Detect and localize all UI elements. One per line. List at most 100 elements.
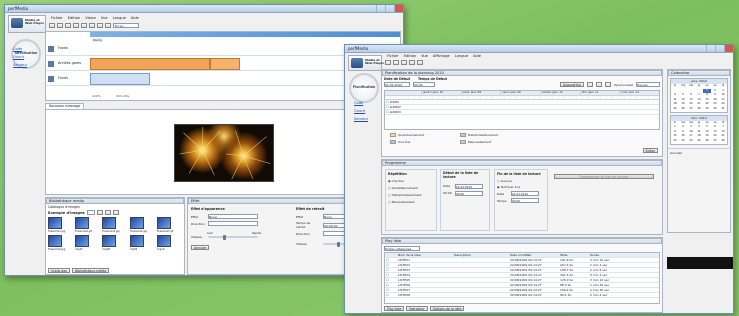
calendar-day[interactable]: 30 [711,107,719,112]
open-icon[interactable] [57,23,63,28]
menu-language[interactable]: Langue [113,16,126,20]
media-thumb[interactable]: Fireworks5.gif [156,217,182,233]
col-duration[interactable]: Durée [589,253,629,257]
edit-button[interactable]: Éditer [642,148,658,153]
maximize-button[interactable] [715,45,724,52]
calendar-day[interactable]: 28 [719,139,727,144]
row-check-icon[interactable]: ☐ [385,268,397,272]
row-check-icon[interactable]: ☐ [385,278,397,282]
playlist-row[interactable]: ☐ LISTE08 22/08/2009 09:14:27 99.1 Ko 2 min … [385,293,659,298]
calendar-day[interactable]: 28 [695,107,703,112]
entry-direction-select[interactable] [208,221,258,226]
menu-display[interactable]: Affichage [433,54,450,58]
add-media-icon[interactable] [96,210,103,215]
media-thumb[interactable]: Fireworks6.jpg [48,235,73,251]
today-button[interactable]: Aujourd'hui [559,82,585,87]
media-thumb[interactable]: Fireworks3.jpg [102,217,127,233]
calendar-day[interactable]: 27 [711,139,719,144]
view-select[interactable]: Heures [636,82,660,87]
paste-icon[interactable] [89,23,95,28]
timeline-clip-orange[interactable] [90,58,210,70]
redo-icon[interactable] [105,23,111,28]
category-select[interactable] [86,210,95,215]
open-icon[interactable] [393,60,399,65]
calendar-day[interactable]: 31 [719,107,727,112]
end-date-field[interactable]: 01.01.2010 [511,191,539,196]
nav-server[interactable]: Serveur [354,117,368,121]
refresh-media-icon[interactable] [112,210,119,215]
timeline-clip-orange[interactable] [210,58,240,70]
row-check-icon[interactable]: ☐ [385,263,397,267]
row-check-icon[interactable]: ☐ [385,273,397,277]
delete-icon[interactable] [409,60,415,65]
menu-file[interactable]: Fichier [51,16,63,20]
day-header[interactable]: dim. janv. 11 [579,91,620,95]
menu-vision[interactable]: Vision [85,16,96,20]
nav-code[interactable]: Code [354,101,368,105]
tab-playlist[interactable]: Play liste [384,306,405,311]
media-thumb[interactable]: img10 [156,235,182,251]
day-header[interactable]: samed. janv. 10 [540,91,580,95]
nav-server[interactable]: Serveur [13,63,27,67]
minimize-button[interactable] [706,45,715,52]
next-icon[interactable] [605,82,612,87]
media-thumb[interactable]: Fireworks4.jpg [129,217,155,233]
playlist-filter-select[interactable]: Toutes catégories [384,245,420,251]
media-thumb[interactable]: Fireworks2.gif [75,217,100,233]
cancel-effect-button[interactable]: Annuler [191,245,210,250]
menu-help[interactable]: Aide [131,16,139,20]
calendar-day[interactable]: 23 [679,139,687,144]
end-none-option[interactable]: ○ Aucune [497,179,545,183]
repeat-once[interactable]: ◉ Une fois [388,179,434,183]
col-modified[interactable]: Date modifiée [509,253,559,257]
timeline-clip-blue[interactable] [90,73,150,85]
undo-icon[interactable] [97,23,103,28]
end-at-option[interactable]: ◉ Terminer à la [497,185,545,189]
menu-file[interactable]: Fichier [387,54,399,58]
end-time-field[interactable]: 00:00 [511,198,539,203]
col-size[interactable]: Taille [559,253,589,257]
nav-code[interactable]: Code [13,47,27,51]
menu-edit[interactable]: Edition [404,54,416,58]
calendar-footer[interactable]: Annulez [668,147,730,157]
calendar-day[interactable]: 29 [703,107,711,112]
new-icon[interactable] [385,60,391,65]
schedule-row[interactable]: ☐ LUNDI3 [385,110,659,115]
fireworks-image[interactable] [174,124,274,182]
cut-icon[interactable] [73,23,79,28]
new-icon[interactable] [49,23,55,28]
nav-open[interactable]: Ouvrir [13,55,27,59]
copy-icon[interactable] [81,23,87,28]
calendar-day[interactable]: 24 [687,139,695,144]
day-header[interactable]: lund. janv. 12 [619,91,659,95]
tab-options[interactable]: Options de la liste [429,306,465,311]
save-icon[interactable] [65,23,71,28]
calendar-day[interactable]: 26 [703,139,711,144]
calendar-day[interactable]: 27 [687,107,695,112]
schedule-playlist-button[interactable]: Programmer la liste de lecture [554,174,654,179]
close-button[interactable] [394,5,403,12]
print-icon[interactable] [417,60,423,65]
media-thumb[interactable]: img07 [75,235,100,251]
entry-type-select[interactable]: None [208,214,258,219]
repeat-weekly[interactable]: ○ Hebdomadairement [388,193,434,197]
calendar-day[interactable]: 26 [679,107,687,112]
repeat-monthly[interactable]: ○ Mensuellement [388,200,434,204]
calendar-icon[interactable] [596,82,603,87]
menu-edit[interactable]: Edition [68,16,80,20]
zoom-select[interactable]: Ecran [113,23,139,28]
menu-view[interactable]: Vue [101,16,108,20]
tab-library[interactable]: Bibliothèque média [72,268,110,273]
menu-view[interactable]: Vue [421,54,428,58]
start-list-time-field[interactable]: 00:00 [455,190,483,196]
day-header[interactable]: vend. janv. 08 [460,91,501,95]
row-check-icon[interactable]: ☐ [385,258,397,262]
col-name[interactable]: Nom de la liste [397,253,453,257]
save-icon[interactable] [401,60,407,65]
calendar-day[interactable]: 25 [671,107,679,112]
day-header[interactable]: vend. janv. 09 [500,91,540,95]
row-check-icon[interactable]: ☐ [385,293,397,297]
menu-language[interactable]: Langue [455,54,468,58]
row-check-icon[interactable]: ☐ [385,283,397,287]
menu-help[interactable]: Aide [473,54,481,58]
